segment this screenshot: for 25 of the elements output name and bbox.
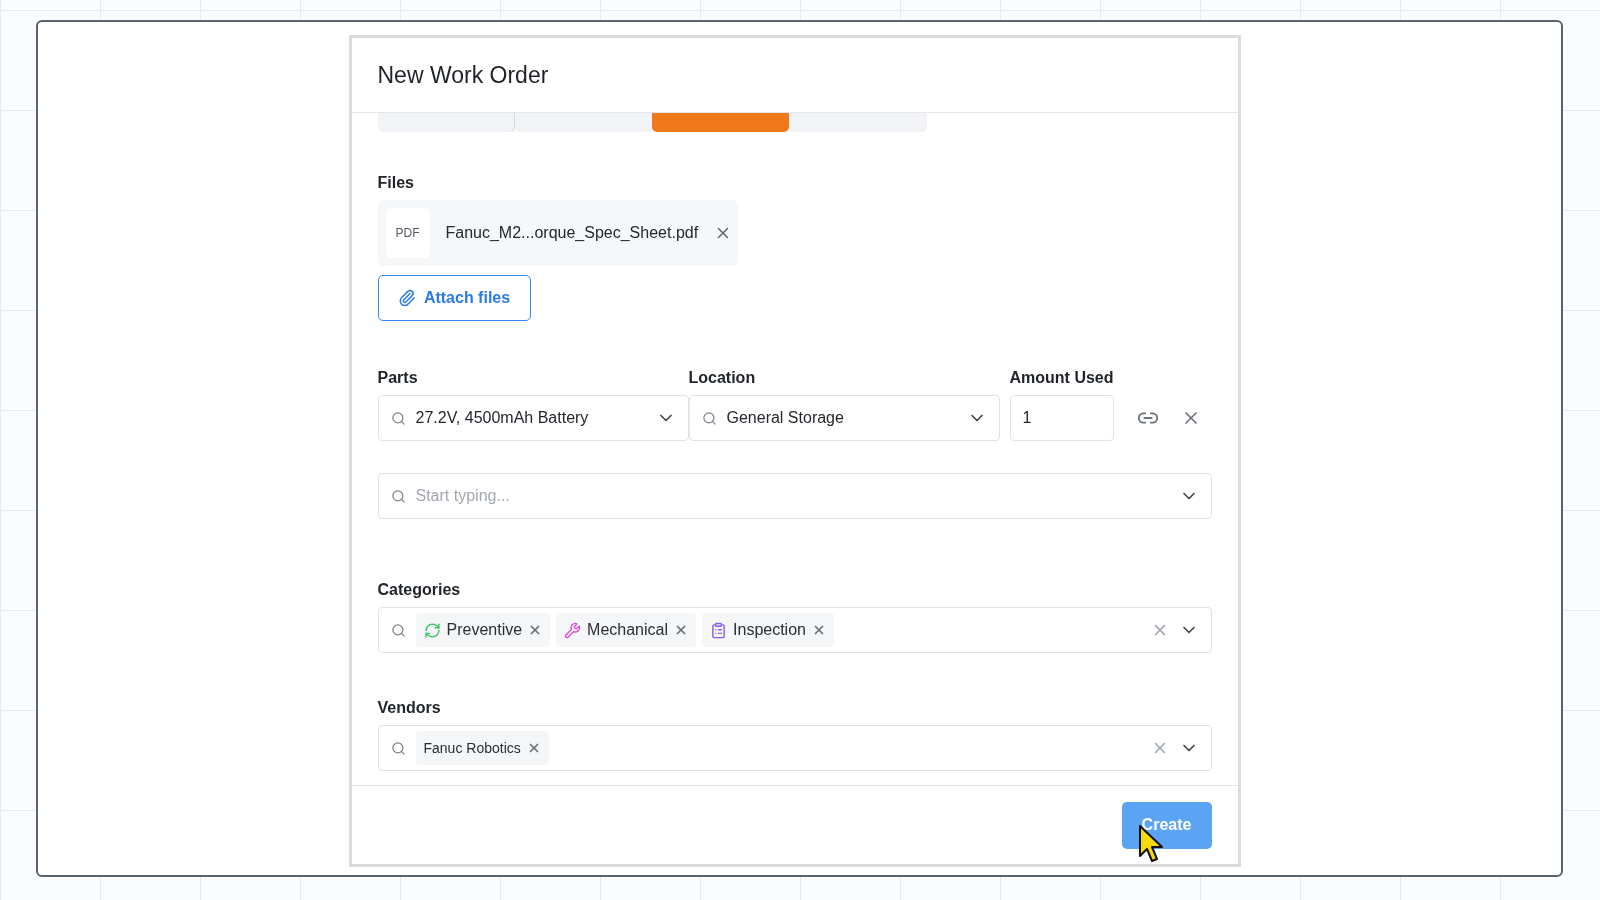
column-label: Location [688,369,757,387]
category-tag[interactable]: Preventive [415,613,551,647]
dialog-title: New Work Order [377,61,549,89]
search-icon [701,410,717,426]
file-name: Fanuc_M2...orque_Spec_Sheet.pdf [445,224,699,242]
categories-select[interactable]: Preventive Mechanical Inspection [377,607,1212,653]
search-icon [390,410,406,426]
file-type-label: PDF [385,208,430,258]
files-label: Files [377,174,415,192]
categories-label: Categories [377,581,462,599]
vendor-tag[interactable]: Fanuc Robotics [415,731,549,765]
search-icon [390,622,406,638]
vendors-select[interactable]: Fanuc Robotics [377,725,1212,771]
column-label: Amount Used [1009,369,1114,387]
category-tag[interactable]: Inspection [702,613,834,647]
column-label: Parts [377,369,419,387]
attach-files-button[interactable]: Attach files [377,275,531,321]
paperclip-icon [397,289,416,307]
search-icon [390,740,406,756]
search-icon [390,488,406,504]
part-select[interactable]: 27.2V, 4500mAh Battery [377,395,689,441]
vendors-label: Vendors [377,699,442,717]
amount-field[interactable]: 1 [1009,395,1114,441]
category-tag[interactable]: Mechanical [556,613,697,647]
location-select[interactable]: General Storage [688,395,1000,441]
